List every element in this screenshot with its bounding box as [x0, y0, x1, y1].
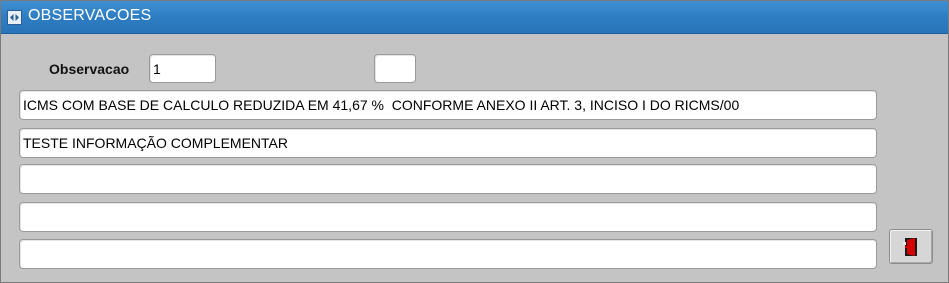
exit-button[interactable]: [889, 229, 933, 264]
observacoes-window: OBSERVACOES Observacao: [0, 0, 949, 283]
form-icon: [7, 10, 22, 25]
exit-door-icon: [900, 236, 922, 258]
observacao-number-input[interactable]: [149, 54, 216, 83]
observacao-line-4-input[interactable]: [19, 202, 877, 232]
observacao-extra-input[interactable]: [374, 54, 416, 83]
title-bar[interactable]: OBSERVACOES: [1, 1, 948, 34]
observacao-line-1-input[interactable]: [19, 90, 877, 120]
window-title: OBSERVACOES: [28, 7, 152, 24]
observacao-line-2-input[interactable]: [19, 128, 877, 158]
observacao-line-3-input[interactable]: [19, 164, 877, 194]
observacao-line-5-input[interactable]: [19, 239, 877, 269]
observacao-label: Observacao: [49, 61, 130, 77]
